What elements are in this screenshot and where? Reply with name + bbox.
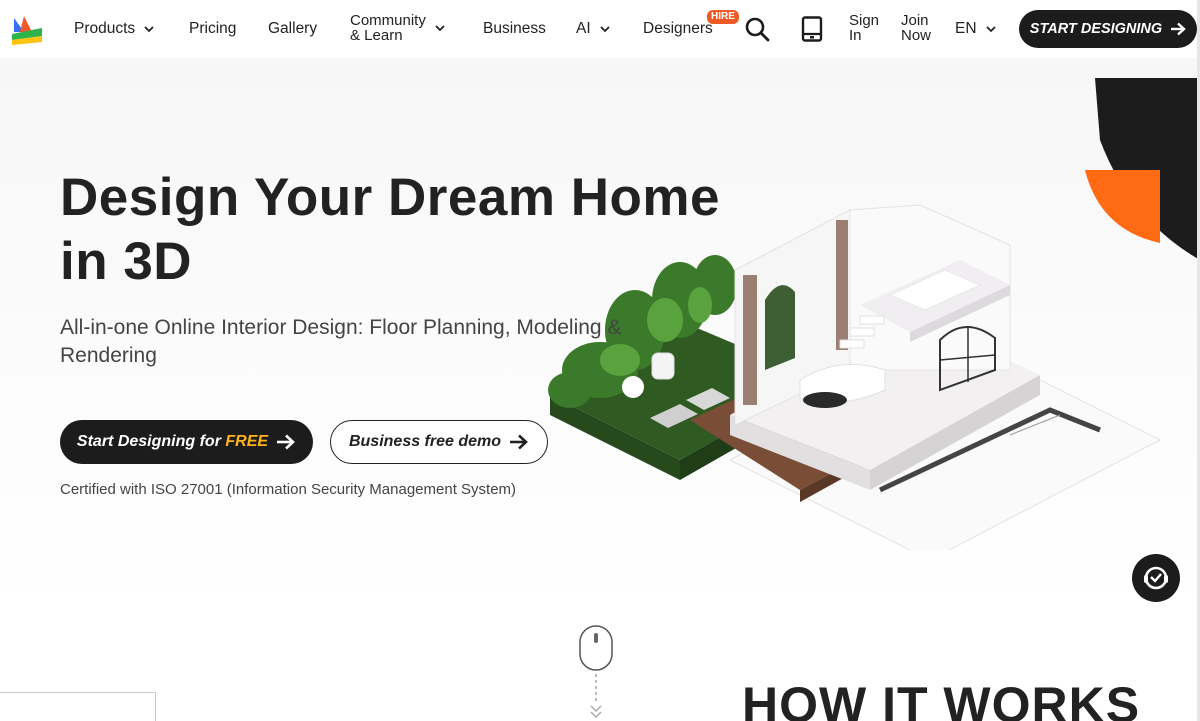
start-designing-label: START DESIGNING bbox=[1029, 21, 1163, 37]
cta-primary-label: Start Designing for bbox=[76, 433, 221, 450]
nav-community[interactable]: Community & Learn bbox=[350, 13, 446, 43]
nav-gallery-label: Gallery bbox=[268, 20, 318, 37]
partial-card bbox=[0, 692, 156, 721]
nav-products-label: Products bbox=[74, 20, 136, 37]
how-it-works-heading: HOW IT WORKS bbox=[742, 677, 1141, 721]
start-designing-button[interactable]: START DESIGNING bbox=[1019, 10, 1197, 48]
cta-free-highlight: FREE bbox=[225, 433, 269, 450]
hero-3d-room-illustration bbox=[548, 78, 1200, 550]
search-button[interactable] bbox=[742, 14, 772, 44]
top-nav: Products Pricing Gallery Community & Lea… bbox=[0, 0, 1200, 58]
hero-title-line2: in 3D bbox=[60, 232, 193, 291]
app-download-button[interactable] bbox=[797, 14, 827, 44]
sign-in-line2: In bbox=[849, 27, 862, 44]
nav-community-label: Community & Learn bbox=[350, 13, 426, 43]
nav-pricing[interactable]: Pricing bbox=[189, 20, 236, 38]
join-now-line2: Now bbox=[901, 27, 932, 44]
chevron-down-icon bbox=[435, 25, 445, 32]
nav-gallery[interactable]: Gallery bbox=[268, 20, 317, 38]
logo-icon[interactable] bbox=[10, 14, 44, 46]
page: Products Pricing Gallery Community & Lea… bbox=[0, 0, 1200, 721]
language-selector[interactable]: EN bbox=[955, 20, 997, 38]
arrow-right-icon bbox=[1171, 22, 1186, 36]
chat-support-icon bbox=[1144, 566, 1168, 590]
scroll-down-indicator-icon bbox=[590, 674, 602, 719]
join-now-line1: Join bbox=[901, 12, 929, 29]
nav-designers-label: Designers bbox=[643, 20, 713, 37]
sign-in-label: Sign In bbox=[849, 13, 879, 43]
chevron-down-icon bbox=[600, 26, 610, 33]
join-now-label: Join Now bbox=[901, 13, 931, 43]
join-now-link[interactable]: Join Now bbox=[901, 13, 931, 43]
nav-pricing-label: Pricing bbox=[189, 20, 237, 37]
nav-ai-label: AI bbox=[576, 20, 591, 37]
chevron-down-icon bbox=[985, 26, 996, 33]
sign-in-link[interactable]: Sign In bbox=[849, 13, 879, 43]
arrow-right-icon bbox=[277, 434, 295, 450]
hero-subtitle: All-in-one Online Interior Design: Floor… bbox=[60, 316, 622, 367]
nav-products[interactable]: Products bbox=[74, 20, 155, 38]
iso-certification-text: Certified with ISO 27001 (Information Se… bbox=[60, 481, 517, 498]
cta-secondary-label: Business free demo bbox=[348, 433, 502, 450]
nav-ai[interactable]: AI bbox=[576, 20, 611, 38]
chevron-down-icon bbox=[144, 26, 154, 33]
mouse-scroll-icon[interactable] bbox=[578, 624, 614, 674]
hire-badge: HIRE bbox=[707, 10, 739, 24]
nav-designers[interactable]: Designers bbox=[643, 20, 713, 38]
chat-support-button[interactable] bbox=[1132, 554, 1180, 602]
nav-business[interactable]: Business bbox=[483, 20, 546, 38]
start-designing-free-button[interactable]: Start Designing for FREE bbox=[60, 420, 313, 464]
business-demo-button[interactable]: Business free demo bbox=[330, 420, 548, 464]
language-label: EN bbox=[955, 20, 977, 37]
arrow-right-icon bbox=[510, 434, 528, 450]
hero-title: Design Your Dream Home in 3D bbox=[60, 166, 760, 294]
cta-primary-text: Start Designing for FREE bbox=[77, 433, 268, 451]
nav-community-line1: Community bbox=[350, 12, 426, 29]
search-icon bbox=[745, 17, 770, 42]
sign-in-line1: Sign bbox=[849, 12, 880, 29]
tablet-icon bbox=[801, 16, 823, 42]
nav-business-label: Business bbox=[483, 20, 546, 37]
nav-community-line2: & Learn bbox=[350, 27, 403, 44]
hero-title-line1: Design Your Dream Home bbox=[60, 168, 720, 227]
